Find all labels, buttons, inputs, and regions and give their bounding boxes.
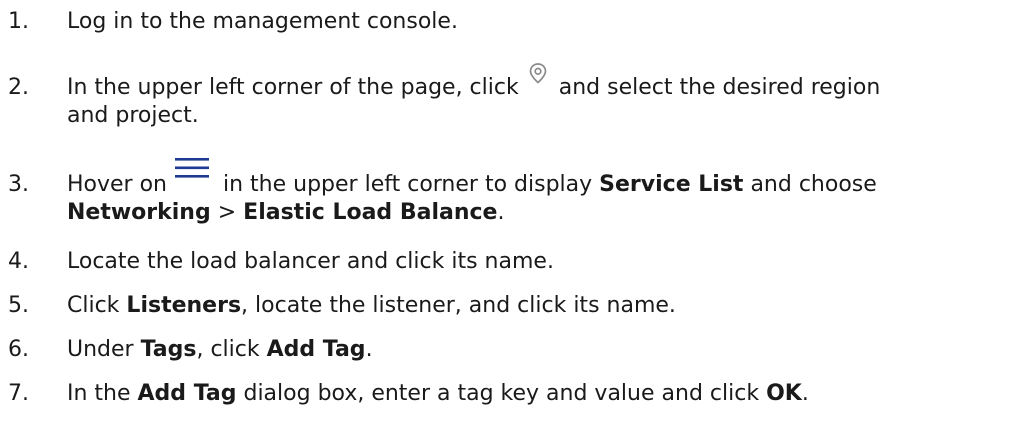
- step-number: 2.: [8, 75, 29, 100]
- step-text: Locate the load balancer and click its n…: [67, 248, 1017, 276]
- step-number: 7.: [8, 381, 29, 406]
- step-text: Hover on in the upper left corner to disp…: [67, 158, 1017, 227]
- step-text: Log in to the management console.: [67, 8, 1017, 36]
- step-2-text-part: and select the desired region: [558, 75, 881, 100]
- step-7-text-part: In the: [67, 381, 131, 406]
- step-text: Under Tags, click Add Tag.: [67, 336, 1017, 364]
- location-pin-icon: [527, 62, 549, 84]
- step-5-text-part: , locate the listener, and click its nam…: [241, 293, 676, 318]
- step-3-text-part: Hover on: [67, 172, 167, 197]
- step-2-text-part: In the upper left corner of the page, cl…: [67, 75, 519, 100]
- step-7-text-part: .: [801, 381, 809, 406]
- step-3-text-part: >: [217, 200, 237, 225]
- step-3-text-part: and choose: [750, 172, 877, 197]
- step-3-bold: Networking: [67, 200, 211, 225]
- step-text: In the upper left corner of the page, cl…: [67, 63, 1017, 130]
- step-1-text: Log in to the management console.: [67, 9, 458, 34]
- step-5-bold: Listeners: [126, 293, 242, 318]
- step-number: 3.: [8, 172, 29, 197]
- step-6-text-part: , click: [196, 337, 260, 362]
- step-4-text: Locate the load balancer and click its n…: [67, 249, 554, 274]
- step-text: Click Listeners, locate the listener, an…: [67, 292, 1017, 320]
- step-number: 4.: [8, 249, 29, 274]
- step-number: 5.: [8, 293, 29, 318]
- step-number: 6.: [8, 337, 29, 362]
- step-6-text-part: Under: [67, 337, 134, 362]
- step-3-bold: Service List: [599, 172, 744, 197]
- step-number: 1.: [8, 9, 29, 34]
- step-7-bold: OK: [766, 381, 802, 406]
- hamburger-menu-icon: [175, 157, 209, 179]
- step-3-text-part: .: [497, 200, 505, 225]
- step-3-bold: Elastic Load Balance: [243, 200, 498, 225]
- step-7-text-part: dialog box, enter a tag key and value an…: [243, 381, 760, 406]
- step-5-text-part: Click: [67, 293, 120, 318]
- step-2-text-part: and project.: [67, 103, 199, 128]
- step-text: In the Add Tag dialog box, enter a tag k…: [67, 380, 1017, 408]
- step-6-bold: Add Tag: [266, 337, 366, 362]
- step-3-text-part: in the upper left corner to display: [223, 172, 593, 197]
- step-6-bold: Tags: [140, 337, 197, 362]
- step-6-text-part: .: [365, 337, 373, 362]
- step-7-bold: Add Tag: [137, 381, 237, 406]
